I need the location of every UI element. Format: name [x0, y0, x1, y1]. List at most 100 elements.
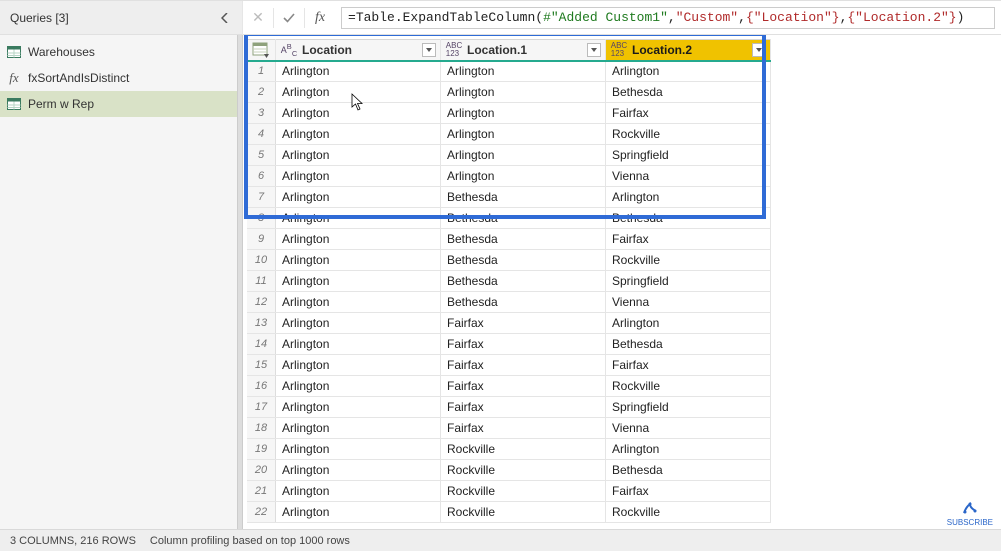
cell[interactable]: Arlington — [441, 145, 606, 166]
column-filter-button[interactable] — [422, 43, 436, 57]
cell[interactable]: Arlington — [605, 439, 770, 460]
table-row[interactable]: 19ArlingtonRockvilleArlington — [247, 439, 771, 460]
cell[interactable]: Arlington — [276, 397, 441, 418]
cell[interactable]: Springfield — [605, 397, 770, 418]
cell[interactable]: Arlington — [276, 355, 441, 376]
cell[interactable]: Arlington — [605, 61, 770, 82]
row-number[interactable]: 20 — [247, 460, 276, 481]
table-row[interactable]: 9ArlingtonBethesdaFairfax — [247, 229, 771, 250]
collapse-queries-button[interactable] — [218, 11, 232, 25]
cell[interactable]: Arlington — [276, 334, 441, 355]
table-row[interactable]: 5ArlingtonArlingtonSpringfield — [247, 145, 771, 166]
cell[interactable]: Rockville — [441, 460, 606, 481]
table-row[interactable]: 21ArlingtonRockvilleFairfax — [247, 481, 771, 502]
column-header-Location[interactable]: ABCLocation — [276, 40, 441, 61]
table-row[interactable]: 4ArlingtonArlingtonRockville — [247, 124, 771, 145]
cell[interactable]: Bethesda — [441, 187, 606, 208]
cell[interactable]: Rockville — [605, 502, 770, 523]
row-number[interactable]: 13 — [247, 313, 276, 334]
table-row[interactable]: 18ArlingtonFairfaxVienna — [247, 418, 771, 439]
row-number[interactable]: 17 — [247, 397, 276, 418]
cell[interactable]: Bethesda — [605, 334, 770, 355]
table-row[interactable]: 10ArlingtonBethesdaRockville — [247, 250, 771, 271]
table-row[interactable]: 12ArlingtonBethesdaVienna — [247, 292, 771, 313]
cell[interactable]: Arlington — [276, 229, 441, 250]
query-item-2[interactable]: Perm w Rep — [0, 91, 242, 117]
cell[interactable]: Arlington — [276, 82, 441, 103]
column-header-Location-2[interactable]: ABC123Location.2 — [605, 40, 770, 61]
cell[interactable]: Arlington — [276, 439, 441, 460]
cell[interactable]: Arlington — [276, 502, 441, 523]
table-row[interactable]: 13ArlingtonFairfaxArlington — [247, 313, 771, 334]
cell[interactable]: Arlington — [276, 250, 441, 271]
table-row[interactable]: 8ArlingtonBethesdaBethesda — [247, 208, 771, 229]
cell[interactable]: Arlington — [605, 187, 770, 208]
row-number[interactable]: 8 — [247, 208, 276, 229]
table-row[interactable]: 15ArlingtonFairfaxFairfax — [247, 355, 771, 376]
row-number[interactable]: 2 — [247, 82, 276, 103]
cell[interactable]: Arlington — [276, 166, 441, 187]
row-number[interactable]: 22 — [247, 502, 276, 523]
table-row[interactable]: 6ArlingtonArlingtonVienna — [247, 166, 771, 187]
cell[interactable]: Rockville — [441, 439, 606, 460]
row-number[interactable]: 21 — [247, 481, 276, 502]
cell[interactable]: Bethesda — [441, 271, 606, 292]
cell[interactable]: Arlington — [441, 166, 606, 187]
cell[interactable]: Arlington — [441, 82, 606, 103]
cell[interactable]: Arlington — [276, 418, 441, 439]
cell[interactable]: Rockville — [441, 502, 606, 523]
cell[interactable]: Arlington — [276, 376, 441, 397]
row-number[interactable]: 3 — [247, 103, 276, 124]
cell[interactable]: Fairfax — [441, 334, 606, 355]
row-number[interactable]: 19 — [247, 439, 276, 460]
row-number[interactable]: 16 — [247, 376, 276, 397]
cell[interactable]: Arlington — [276, 271, 441, 292]
cell[interactable]: Fairfax — [605, 481, 770, 502]
table-row[interactable]: 11ArlingtonBethesdaSpringfield — [247, 271, 771, 292]
query-item-0[interactable]: Warehouses — [0, 39, 242, 65]
query-item-1[interactable]: fxfxSortAndIsDistinct — [0, 65, 242, 91]
cell[interactable]: Arlington — [276, 313, 441, 334]
cell[interactable]: Fairfax — [441, 313, 606, 334]
row-number[interactable]: 11 — [247, 271, 276, 292]
cell[interactable]: Fairfax — [605, 229, 770, 250]
table-row[interactable]: 3ArlingtonArlingtonFairfax — [247, 103, 771, 124]
cell[interactable]: Bethesda — [605, 460, 770, 481]
cell[interactable]: Arlington — [276, 103, 441, 124]
cell[interactable]: Rockville — [605, 250, 770, 271]
row-number[interactable]: 15 — [247, 355, 276, 376]
cell[interactable]: Arlington — [276, 292, 441, 313]
formula-input[interactable]: = Table.ExpandTableColumn(#"Added Custom… — [341, 7, 995, 29]
cell[interactable]: Fairfax — [605, 103, 770, 124]
cell[interactable]: Fairfax — [441, 376, 606, 397]
row-number[interactable]: 6 — [247, 166, 276, 187]
cell[interactable]: Arlington — [441, 124, 606, 145]
cell[interactable]: Bethesda — [441, 229, 606, 250]
cell[interactable]: Arlington — [276, 124, 441, 145]
cell[interactable]: Bethesda — [441, 292, 606, 313]
row-number[interactable]: 7 — [247, 187, 276, 208]
cell[interactable]: Rockville — [605, 376, 770, 397]
cell[interactable]: Arlington — [276, 460, 441, 481]
cell[interactable]: Fairfax — [605, 355, 770, 376]
cell[interactable]: Vienna — [605, 166, 770, 187]
data-grid[interactable]: ABCLocationABC123Location.1ABC123Locatio… — [247, 39, 771, 523]
formula-fx-button[interactable]: fx — [305, 1, 335, 34]
table-row[interactable]: 1ArlingtonArlingtonArlington — [247, 61, 771, 82]
formula-cancel-button[interactable]: ✕ — [243, 1, 273, 34]
row-number[interactable]: 5 — [247, 145, 276, 166]
cell[interactable]: Fairfax — [441, 418, 606, 439]
cell[interactable]: Rockville — [605, 124, 770, 145]
cell[interactable]: Springfield — [605, 271, 770, 292]
cell[interactable]: Bethesda — [605, 208, 770, 229]
formula-commit-button[interactable] — [274, 1, 304, 34]
table-row[interactable]: 7ArlingtonBethesdaArlington — [247, 187, 771, 208]
row-number[interactable]: 9 — [247, 229, 276, 250]
table-menu-button[interactable] — [247, 40, 275, 60]
cell[interactable]: Bethesda — [441, 250, 606, 271]
table-row[interactable]: 16ArlingtonFairfaxRockville — [247, 376, 771, 397]
table-row[interactable]: 17ArlingtonFairfaxSpringfield — [247, 397, 771, 418]
cell[interactable]: Vienna — [605, 418, 770, 439]
row-number[interactable]: 4 — [247, 124, 276, 145]
table-row[interactable]: 22ArlingtonRockvilleRockville — [247, 502, 771, 523]
